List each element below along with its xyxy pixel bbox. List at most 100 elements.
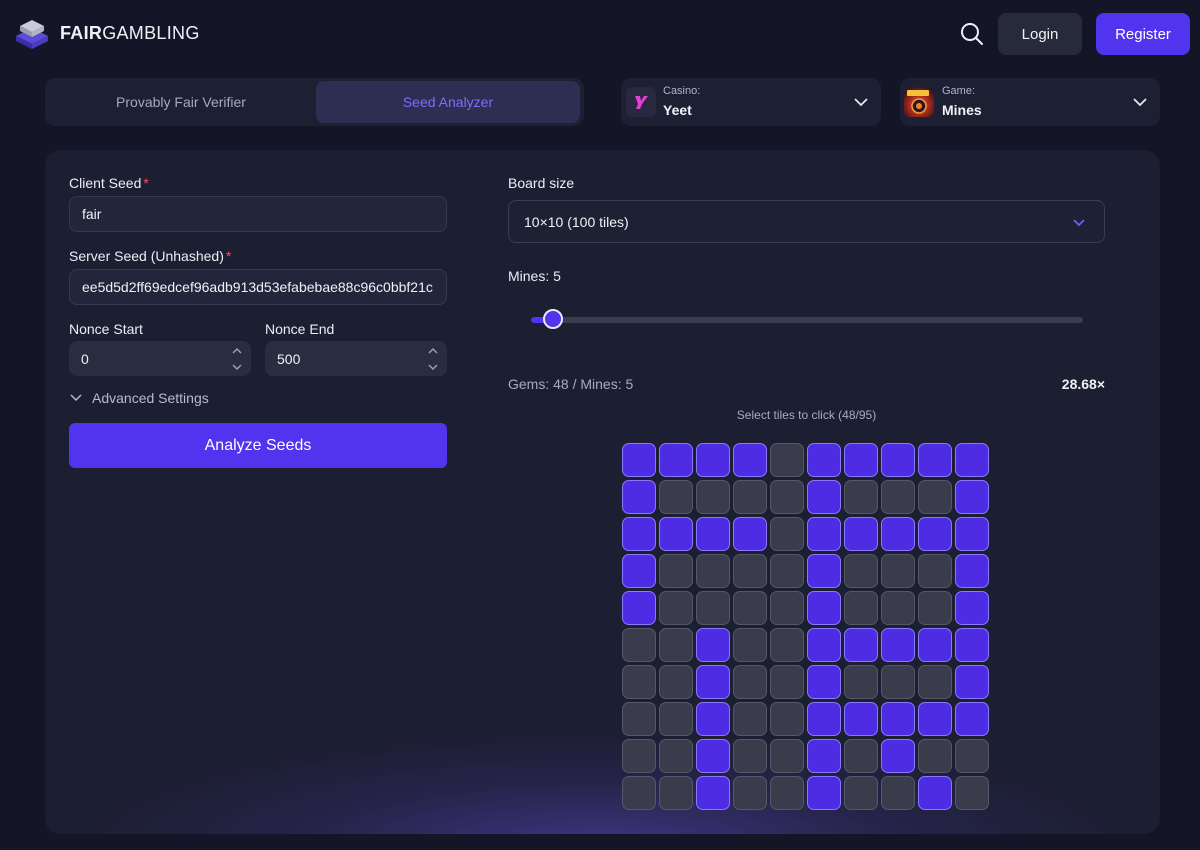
mine-tile[interactable] xyxy=(881,554,915,588)
nonce-start-field[interactable] xyxy=(81,350,251,367)
mine-tile[interactable] xyxy=(696,628,730,662)
advanced-settings-toggle[interactable]: Advanced Settings xyxy=(69,390,209,406)
mine-tile[interactable] xyxy=(770,443,804,477)
mine-tile[interactable] xyxy=(622,517,656,551)
mine-tile[interactable] xyxy=(918,443,952,477)
mine-tile[interactable] xyxy=(844,480,878,514)
mine-tile[interactable] xyxy=(659,776,693,810)
mine-tile[interactable] xyxy=(770,665,804,699)
brand-logo[interactable]: FAIRGAMBLING xyxy=(14,16,200,50)
mine-tile[interactable] xyxy=(881,517,915,551)
mine-tile[interactable] xyxy=(696,591,730,625)
mine-tile[interactable] xyxy=(770,554,804,588)
mine-tile[interactable] xyxy=(955,776,989,810)
mine-tile[interactable] xyxy=(807,776,841,810)
mine-tile[interactable] xyxy=(733,517,767,551)
mine-tile[interactable] xyxy=(955,443,989,477)
mine-tile[interactable] xyxy=(696,665,730,699)
mine-tile[interactable] xyxy=(770,628,804,662)
mine-tile[interactable] xyxy=(733,443,767,477)
mine-tile[interactable] xyxy=(844,628,878,662)
mine-tile[interactable] xyxy=(807,480,841,514)
mine-tile[interactable] xyxy=(918,628,952,662)
client-seed-field[interactable] xyxy=(82,206,446,222)
mine-tile[interactable] xyxy=(807,517,841,551)
mine-tile[interactable] xyxy=(807,443,841,477)
mine-tile[interactable] xyxy=(770,739,804,773)
mine-tile[interactable] xyxy=(696,554,730,588)
mine-tile[interactable] xyxy=(881,739,915,773)
mine-tile[interactable] xyxy=(622,480,656,514)
mines-slider-track[interactable] xyxy=(531,317,1083,323)
nonce-end-input[interactable] xyxy=(265,341,447,376)
server-seed-field[interactable] xyxy=(82,279,446,295)
mine-tile[interactable] xyxy=(696,517,730,551)
mine-tile[interactable] xyxy=(918,776,952,810)
mine-tile[interactable] xyxy=(659,443,693,477)
mine-tile[interactable] xyxy=(733,591,767,625)
nonce-start-stepper[interactable] xyxy=(231,345,243,373)
mine-tile[interactable] xyxy=(696,776,730,810)
mine-tile[interactable] xyxy=(659,702,693,736)
nonce-end-stepper[interactable] xyxy=(427,345,439,373)
mine-tile[interactable] xyxy=(622,702,656,736)
mine-tile[interactable] xyxy=(807,702,841,736)
tab-provably-fair-verifier[interactable]: Provably Fair Verifier xyxy=(48,81,314,123)
mine-tile[interactable] xyxy=(770,776,804,810)
game-select[interactable]: Game: Mines xyxy=(900,78,1160,126)
login-button[interactable]: Login xyxy=(998,13,1082,55)
mine-tile[interactable] xyxy=(955,739,989,773)
mine-tile[interactable] xyxy=(844,665,878,699)
mine-tile[interactable] xyxy=(955,628,989,662)
mine-tile[interactable] xyxy=(659,665,693,699)
mine-tile[interactable] xyxy=(807,739,841,773)
board-size-select[interactable]: 10×10 (100 tiles) xyxy=(508,200,1105,243)
mine-tile[interactable] xyxy=(844,739,878,773)
mine-tile[interactable] xyxy=(622,591,656,625)
mine-tile[interactable] xyxy=(844,776,878,810)
mine-tile[interactable] xyxy=(696,443,730,477)
mine-tile[interactable] xyxy=(696,702,730,736)
mine-tile[interactable] xyxy=(622,628,656,662)
register-button[interactable]: Register xyxy=(1096,13,1190,55)
mine-tile[interactable] xyxy=(918,665,952,699)
mine-tile[interactable] xyxy=(955,554,989,588)
mine-tile[interactable] xyxy=(807,591,841,625)
mine-tile[interactable] xyxy=(733,628,767,662)
mine-tile[interactable] xyxy=(844,554,878,588)
mine-tile[interactable] xyxy=(844,591,878,625)
mine-tile[interactable] xyxy=(807,554,841,588)
mine-tile[interactable] xyxy=(918,739,952,773)
nonce-start-input[interactable] xyxy=(69,341,251,376)
mine-tile[interactable] xyxy=(659,739,693,773)
mine-tile[interactable] xyxy=(881,591,915,625)
mine-tile[interactable] xyxy=(770,702,804,736)
mine-tile[interactable] xyxy=(844,517,878,551)
mines-slider-thumb[interactable] xyxy=(543,309,564,329)
mine-tile[interactable] xyxy=(659,517,693,551)
mine-tile[interactable] xyxy=(955,702,989,736)
mine-tile[interactable] xyxy=(733,480,767,514)
analyze-seeds-button[interactable]: Analyze Seeds xyxy=(69,423,447,468)
mine-tile[interactable] xyxy=(918,480,952,514)
mine-tile[interactable] xyxy=(622,776,656,810)
mine-tile[interactable] xyxy=(659,628,693,662)
mine-tile[interactable] xyxy=(622,665,656,699)
mine-tile[interactable] xyxy=(622,443,656,477)
mine-tile[interactable] xyxy=(881,776,915,810)
mine-tile[interactable] xyxy=(807,628,841,662)
tab-seed-analyzer[interactable]: Seed Analyzer xyxy=(316,81,580,123)
mine-tile[interactable] xyxy=(770,517,804,551)
mine-tile[interactable] xyxy=(659,591,693,625)
mine-tile[interactable] xyxy=(955,480,989,514)
mine-tile[interactable] xyxy=(733,554,767,588)
mine-tile[interactable] xyxy=(881,665,915,699)
mine-tile[interactable] xyxy=(881,628,915,662)
mine-tile[interactable] xyxy=(659,554,693,588)
client-seed-input[interactable] xyxy=(69,196,447,232)
mine-tile[interactable] xyxy=(844,443,878,477)
mine-tile[interactable] xyxy=(881,443,915,477)
search-icon[interactable] xyxy=(958,20,986,48)
mine-tile[interactable] xyxy=(807,665,841,699)
mine-tile[interactable] xyxy=(881,702,915,736)
